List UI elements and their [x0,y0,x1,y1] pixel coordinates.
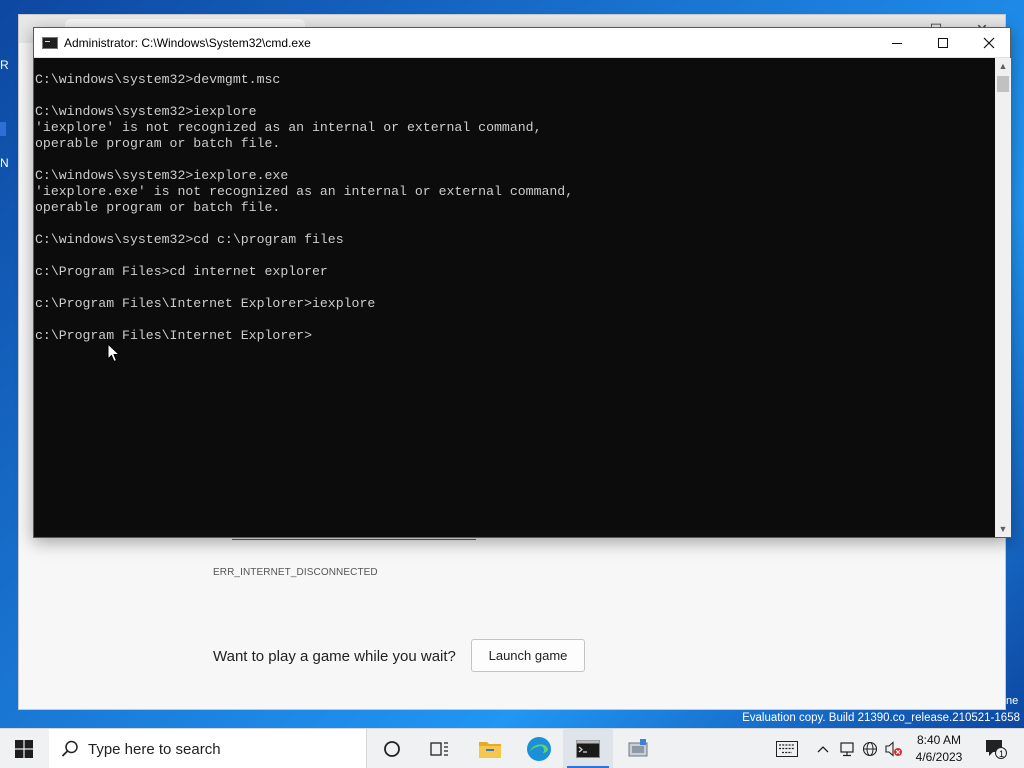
app-taskbar-button[interactable] [614,729,662,768]
chevron-up-icon [817,746,829,753]
console-line: C:\windows\system32>cd c:\program files [35,232,344,247]
taskbar: Type here to search 8:40 AM 4/6/2023 1 [0,728,1024,768]
action-center-button[interactable]: 1 [978,729,1014,768]
taskbar-clock[interactable]: 8:40 AM 4/6/2023 [906,732,972,766]
console-line: C:\windows\system32>devmgmt.msc [35,72,281,87]
network-icon [840,742,854,757]
console-line: C:\windows\system32>iexplore.exe [35,168,289,183]
volume-muted-icon [885,741,902,757]
search-placeholder: Type here to search [88,741,221,758]
desktop-icon-stub-graphic[interactable] [0,122,6,136]
clock-date: 4/6/2023 [915,750,963,764]
console-line: operable program or batch file. [35,136,281,151]
maximize-icon [938,38,948,48]
start-button[interactable] [0,729,48,768]
file-explorer-button[interactable] [466,729,514,768]
notification-count-badge: 1 [998,749,1004,759]
scroll-thumb[interactable] [997,76,1009,92]
cmd-window-title: Administrator: C:\Windows\System32\cmd.e… [64,36,311,50]
console-line: c:\Program Files\Internet Explorer> [35,328,312,343]
command-prompt-taskbar-button[interactable] [563,729,613,768]
taskbar-search-box[interactable]: Type here to search [49,729,367,768]
console-line: 'iexplore' is not recognized as an inter… [35,120,542,135]
desktop-icon-stub[interactable]: N [0,156,18,172]
console-line: c:\Program Files>cd internet explorer [35,264,328,279]
task-view-icon [430,742,448,756]
game-prompt-text: Want to play a game while you wait? [213,648,456,665]
console-line: 'iexplore.exe' is not recognized as an i… [35,184,574,199]
console-line: operable program or batch file. [35,200,281,215]
console-output[interactable]: C:\windows\system32>devmgmt.msc C:\window… [34,58,995,537]
check-connection-link[interactable] [232,539,476,540]
touch-keyboard-button[interactable] [770,729,804,768]
console-scrollbar[interactable]: ▲ ▼ [995,58,1011,537]
error-code: ERR_INTERNET_DISCONNECTED [213,567,378,578]
language-button[interactable] [859,729,881,768]
maximize-button[interactable] [920,28,966,58]
cmd-app-icon[interactable] [42,37,58,49]
command-prompt-icon [576,740,600,758]
edge-icon [527,737,551,761]
scroll-down-arrow-icon[interactable]: ▼ [995,521,1011,537]
scroll-up-arrow-icon[interactable]: ▲ [995,58,1011,74]
minimize-button[interactable] [874,28,920,58]
windows-logo-icon [15,740,33,758]
cortana-icon [384,741,400,757]
cmd-window: Administrator: C:\Windows\System32\cmd.e… [33,27,1011,538]
close-button[interactable] [966,28,1012,58]
close-icon [983,37,995,49]
globe-icon [862,741,878,757]
evaluation-watermark: Evaluation copy. Build 21390.co_release.… [742,712,1020,724]
file-explorer-icon [479,742,501,758]
cmd-titlebar[interactable]: Administrator: C:\Windows\System32\cmd.e… [34,28,1010,58]
clock-time: 8:40 AM [916,733,962,747]
minimize-icon [892,42,902,44]
console-line: c:\Program Files\Internet Explorer>iexpl… [35,296,376,311]
launch-game-button[interactable]: Launch game [471,639,585,672]
network-status-button[interactable] [836,729,858,768]
task-view-button[interactable] [416,729,464,768]
show-hidden-icons-button[interactable] [812,729,834,768]
cortana-button[interactable] [368,729,416,768]
desktop-icon-label-fragment: ne [1006,695,1019,707]
app-icon [628,739,648,757]
search-icon [61,740,78,757]
volume-button[interactable] [882,729,906,768]
desktop-icon-stub[interactable]: R [0,58,18,74]
mouse-pointer-icon [107,343,121,363]
console-line: C:\windows\system32>iexplore [35,104,257,119]
edge-button[interactable] [515,729,563,768]
keyboard-icon [776,741,798,757]
